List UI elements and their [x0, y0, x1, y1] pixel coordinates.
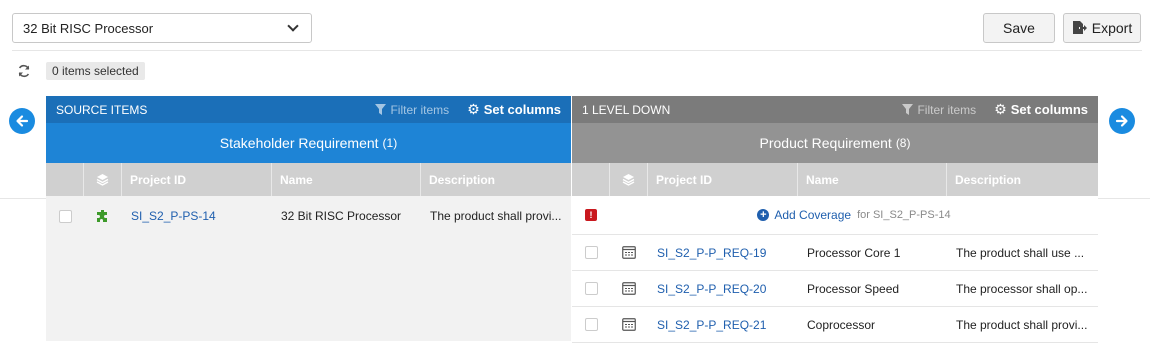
- target-item-name: Processor Speed: [807, 281, 900, 296]
- row-checkbox[interactable]: [584, 318, 598, 331]
- table-row[interactable]: SI_S2_P-P_REQ-19 Processor Core 1 The pr…: [572, 235, 1098, 270]
- target-filter-button[interactable]: Filter items: [902, 103, 976, 117]
- export-file-icon: [1072, 21, 1087, 34]
- source-set-columns-label: Set columns: [483, 102, 561, 117]
- source-type-name: Stakeholder Requirement: [219, 135, 379, 151]
- source-item-description: The product shall provi...: [430, 209, 562, 223]
- target-item-name: Coprocessor: [807, 317, 876, 332]
- type-column: [610, 163, 648, 196]
- add-coverage-row: ! + Add Coverage for SI_S2_P-PS-14: [572, 196, 1098, 234]
- row-checkbox[interactable]: [584, 282, 598, 295]
- source-panel-header: SOURCE ITEMS Filter items ⚙ Set columns: [46, 96, 571, 123]
- table-row[interactable]: SI_S2_P-PS-14 32 Bit RISC Processor The …: [46, 196, 571, 236]
- background-rule: [1098, 198, 1150, 199]
- chevron-down-icon: [287, 20, 299, 32]
- column-header-project-id[interactable]: Project ID: [648, 163, 798, 196]
- gear-icon: ⚙: [994, 101, 1007, 117]
- project-select-value: 32 Bit RISC Processor: [23, 20, 154, 36]
- refresh-icon: [18, 64, 30, 78]
- add-coverage-target: for SI_S2_P-PS-14: [857, 209, 951, 221]
- target-project-id-link[interactable]: SI_S2_P-P_REQ-21: [648, 318, 798, 332]
- save-button[interactable]: Save: [983, 13, 1055, 43]
- source-filter-label: Filter items: [390, 102, 450, 117]
- background-rule: [0, 198, 46, 199]
- select-column: [46, 163, 84, 196]
- target-item-name: Processor Core 1: [807, 245, 901, 260]
- toolbar-divider: [12, 50, 1142, 51]
- source-panel-heading: SOURCE ITEMS: [56, 102, 148, 117]
- source-item-name: 32 Bit RISC Processor: [281, 209, 402, 223]
- source-type-count: (1): [382, 136, 398, 150]
- table-row[interactable]: SI_S2_P-P_REQ-20 Processor Speed The pro…: [572, 271, 1098, 306]
- source-column-header: Project ID Name Description: [46, 163, 571, 196]
- gear-icon: ⚙: [467, 101, 480, 117]
- source-items-list: SI_S2_P-PS-14 32 Bit RISC Processor The …: [46, 196, 571, 341]
- target-set-columns-label: Set columns: [1010, 102, 1088, 117]
- filter-icon: [375, 104, 387, 115]
- source-type-title: Stakeholder Requirement (1): [46, 123, 571, 163]
- filter-icon: [902, 104, 914, 115]
- select-column: [572, 163, 610, 196]
- nav-left-button[interactable]: [9, 108, 35, 134]
- selection-status: 0 items selected: [46, 62, 145, 80]
- target-type-title: Product Requirement (8): [572, 123, 1098, 163]
- arrow-right-circle-icon: [1115, 115, 1128, 127]
- add-coverage-button[interactable]: + Add Coverage: [757, 208, 851, 222]
- save-button-label: Save: [1003, 20, 1035, 36]
- add-coverage-label: Add Coverage: [774, 208, 852, 222]
- layers-icon: [622, 174, 635, 186]
- target-type-name: Product Requirement: [759, 135, 892, 151]
- arrow-left-circle-icon: [16, 115, 29, 127]
- layers-icon: [96, 174, 109, 186]
- column-header-description[interactable]: Description: [947, 163, 1098, 196]
- type-column: [84, 163, 122, 196]
- document-icon: [622, 282, 636, 295]
- target-item-description: The product shall use ...: [956, 245, 1085, 260]
- project-select[interactable]: 32 Bit RISC Processor: [12, 13, 312, 43]
- source-project-id-link[interactable]: SI_S2_P-PS-14: [122, 209, 272, 223]
- row-checkbox[interactable]: [58, 209, 72, 223]
- plus-circle-icon: +: [757, 209, 770, 221]
- nav-right-button[interactable]: [1109, 108, 1135, 134]
- document-icon: [622, 318, 636, 331]
- target-items-list: ! + Add Coverage for SI_S2_P-PS-14 SI_S2…: [572, 196, 1098, 343]
- source-set-columns-button[interactable]: ⚙ Set columns: [467, 101, 561, 118]
- source-filter-button[interactable]: Filter items: [375, 103, 449, 117]
- target-set-columns-button[interactable]: ⚙ Set columns: [994, 101, 1088, 118]
- export-button-label: Export: [1091, 20, 1133, 36]
- column-header-description[interactable]: Description: [421, 163, 571, 196]
- row-checkbox[interactable]: [584, 246, 598, 259]
- column-header-project-id[interactable]: Project ID: [122, 163, 272, 196]
- target-project-id-link[interactable]: SI_S2_P-P_REQ-20: [648, 282, 798, 296]
- target-project-id-link[interactable]: SI_S2_P-P_REQ-19: [648, 246, 798, 260]
- refresh-button[interactable]: [12, 60, 36, 82]
- column-header-name[interactable]: Name: [798, 163, 947, 196]
- target-filter-label: Filter items: [917, 102, 977, 117]
- target-item-description: The product shall provi...: [956, 317, 1088, 332]
- document-icon: [622, 246, 636, 259]
- table-row[interactable]: SI_S2_P-P_REQ-21 Coprocessor The product…: [572, 307, 1098, 342]
- export-button[interactable]: Export: [1063, 13, 1141, 43]
- target-type-count: (8): [895, 136, 911, 150]
- target-panel-header: 1 LEVEL DOWN Filter items ⚙ Set columns: [572, 96, 1098, 123]
- target-item-description: The processor shall op...: [956, 281, 1088, 296]
- target-column-header: Project ID Name Description: [572, 163, 1098, 196]
- target-panel-heading: 1 LEVEL DOWN: [582, 102, 671, 117]
- error-icon: !: [585, 209, 597, 221]
- column-header-name[interactable]: Name: [272, 163, 421, 196]
- puzzle-icon: [97, 210, 107, 222]
